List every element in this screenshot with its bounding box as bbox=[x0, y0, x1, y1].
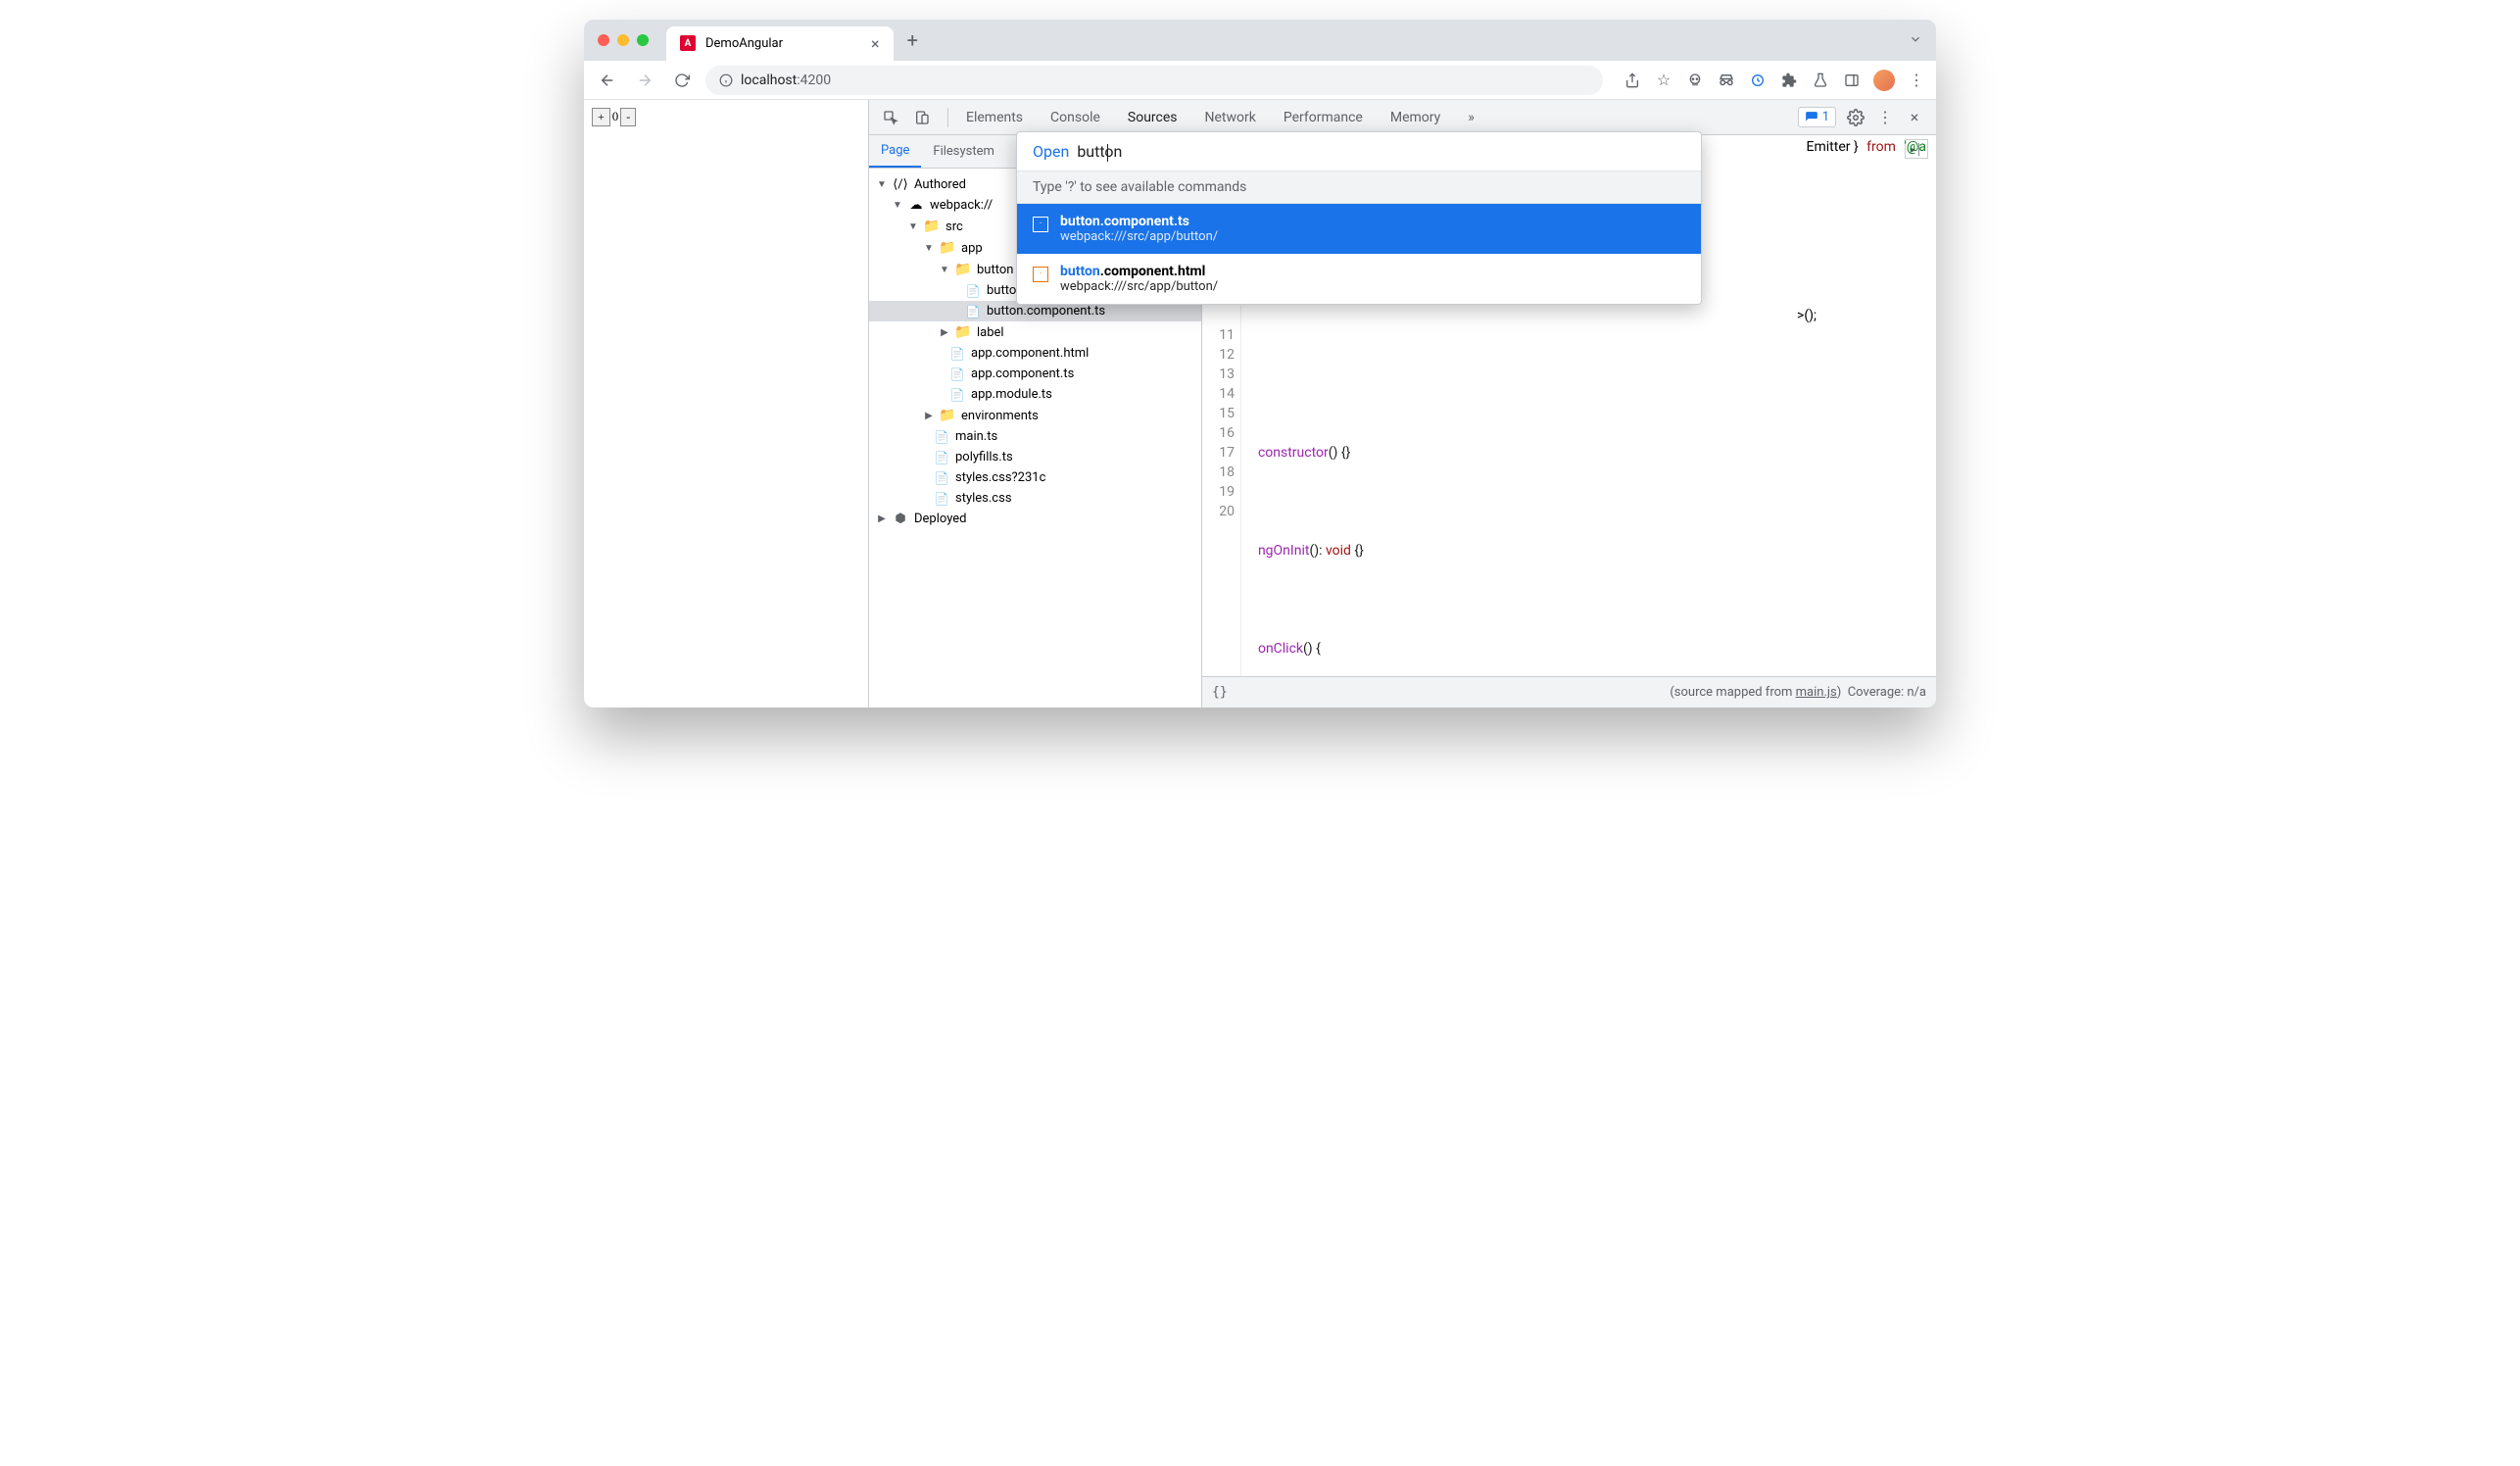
ts-file-icon: · bbox=[1033, 217, 1048, 232]
quick-open-dialog: Open button Type '?' to see available co… bbox=[1016, 131, 1702, 305]
pretty-print-button[interactable]: {} bbox=[1212, 685, 1228, 700]
file-icon: 📄 bbox=[949, 367, 965, 381]
tree-main-ts[interactable]: 📄main.ts bbox=[869, 426, 1201, 447]
decrement-button[interactable]: - bbox=[620, 108, 636, 126]
file-icon: 📄 bbox=[934, 492, 949, 506]
info-icon bbox=[719, 73, 733, 87]
close-devtools-button[interactable]: × bbox=[1905, 108, 1924, 127]
source-map-link[interactable]: main.js bbox=[1796, 685, 1837, 700]
tab-console[interactable]: Console bbox=[1037, 100, 1114, 134]
tree-app-html[interactable]: 📄app.component.html bbox=[869, 343, 1201, 364]
file-icon: 📄 bbox=[965, 305, 981, 318]
counter-value: 0 bbox=[612, 109, 619, 123]
navigator-tab-page[interactable]: Page bbox=[869, 135, 921, 168]
folder-icon: 📁 bbox=[940, 408, 955, 423]
quick-open-hint: Type '?' to see available commands bbox=[1017, 171, 1701, 204]
issues-icon bbox=[1805, 111, 1818, 124]
issues-count: 1 bbox=[1822, 110, 1829, 124]
toolbar-icons: ☆ ⋮ bbox=[1623, 70, 1926, 91]
bookmark-star-icon[interactable]: ☆ bbox=[1654, 71, 1673, 90]
side-panel-icon[interactable] bbox=[1842, 71, 1862, 90]
maximize-window-button[interactable] bbox=[637, 34, 649, 46]
coverage-status: Coverage: n/a bbox=[1848, 685, 1926, 700]
quick-open-header: Open button bbox=[1017, 132, 1701, 171]
browser-menu-icon[interactable]: ⋮ bbox=[1907, 71, 1926, 90]
browser-tab[interactable]: A DemoAngular × bbox=[666, 26, 894, 61]
tab-network[interactable]: Network bbox=[1191, 100, 1270, 134]
quick-open-input[interactable]: button bbox=[1077, 142, 1122, 161]
tree-deployed[interactable]: ▶⬢Deployed bbox=[869, 509, 1201, 529]
share-icon[interactable] bbox=[1623, 71, 1642, 90]
increment-button[interactable]: + bbox=[592, 108, 610, 126]
angular-icon: A bbox=[680, 35, 696, 51]
code-fragment-generic: >(); bbox=[1797, 308, 1817, 323]
rendered-page: +0- bbox=[584, 100, 868, 708]
tree-styles[interactable]: 📄styles.css bbox=[869, 488, 1201, 509]
close-window-button[interactable] bbox=[598, 34, 609, 46]
navigator-tab-filesystem[interactable]: Filesystem bbox=[921, 135, 1006, 168]
quick-open-result-2[interactable]: · button.component.html webpack:///src/a… bbox=[1017, 254, 1701, 304]
tree-polyfills[interactable]: 📄polyfills.ts bbox=[869, 447, 1201, 467]
html-file-icon: · bbox=[1033, 267, 1048, 282]
tree-label-folder[interactable]: ▶📁label bbox=[869, 321, 1201, 343]
settings-icon[interactable] bbox=[1846, 108, 1866, 127]
labs-icon[interactable] bbox=[1811, 71, 1830, 90]
traffic-lights bbox=[598, 34, 649, 46]
tree-app-module[interactable]: 📄app.module.ts bbox=[869, 384, 1201, 405]
extension-skull-icon[interactable] bbox=[1685, 71, 1705, 90]
tabs-dropdown-button[interactable] bbox=[1909, 31, 1922, 50]
extensions-icon[interactable] bbox=[1779, 71, 1799, 90]
deployed-icon: ⬢ bbox=[893, 512, 908, 526]
browser-window: A DemoAngular × + localhost:4200 ☆ bbox=[584, 20, 1936, 708]
folder-icon: 📁 bbox=[955, 262, 971, 277]
folder-icon: 📁 bbox=[940, 240, 955, 256]
folder-icon: 📁 bbox=[924, 219, 940, 234]
tab-title: DemoAngular bbox=[705, 36, 783, 51]
device-toolbar-icon[interactable] bbox=[912, 108, 932, 127]
tab-memory[interactable]: Memory bbox=[1377, 100, 1454, 134]
file-icon: 📄 bbox=[934, 471, 949, 485]
folder-icon: 📁 bbox=[955, 324, 971, 340]
title-bar: A DemoAngular × + bbox=[584, 20, 1936, 61]
tab-sources[interactable]: Sources bbox=[1114, 100, 1191, 134]
cloud-icon: ☁ bbox=[908, 198, 924, 213]
quick-open-label: Open bbox=[1033, 142, 1069, 161]
profile-avatar[interactable] bbox=[1873, 70, 1895, 91]
issues-badge[interactable]: 1 bbox=[1798, 107, 1836, 127]
code-brackets-icon: ⟨/⟩ bbox=[893, 177, 908, 192]
back-button[interactable] bbox=[594, 67, 621, 94]
tree-styles-q[interactable]: 📄styles.css?231c bbox=[869, 467, 1201, 488]
minimize-window-button[interactable] bbox=[617, 34, 629, 46]
file-icon: 📄 bbox=[965, 284, 981, 298]
close-tab-button[interactable]: × bbox=[871, 34, 880, 53]
forward-button[interactable] bbox=[631, 67, 658, 94]
devtools-panel: Elements Console Sources Network Perform… bbox=[868, 100, 1936, 708]
url-host: localhost:4200 bbox=[741, 73, 831, 88]
tabs-overflow[interactable]: » bbox=[1454, 100, 1488, 134]
devtools-menu-icon[interactable]: ⋮ bbox=[1875, 108, 1895, 127]
extension-incognito-icon[interactable] bbox=[1717, 71, 1736, 90]
new-tab-button[interactable]: + bbox=[907, 28, 918, 52]
tree-app-ts[interactable]: 📄app.component.ts bbox=[869, 364, 1201, 384]
editor-footer: {} (source mapped from main.js) Coverage… bbox=[1202, 676, 1936, 708]
file-icon: 📄 bbox=[934, 430, 949, 444]
extension-lighthouse-icon[interactable] bbox=[1748, 71, 1768, 90]
file-icon: 📄 bbox=[934, 451, 949, 464]
tab-elements[interactable]: Elements bbox=[952, 100, 1037, 134]
tree-environments[interactable]: ▶📁environments bbox=[869, 405, 1201, 426]
file-icon: 📄 bbox=[949, 388, 965, 402]
content-area: +0- Elements Console Sources Network Per… bbox=[584, 100, 1936, 708]
code-fragment-top: Emitter } from '@a bbox=[1807, 139, 1926, 155]
file-icon: 📄 bbox=[949, 347, 965, 361]
address-bar: localhost:4200 ☆ ⋮ bbox=[584, 61, 1936, 100]
reload-button[interactable] bbox=[668, 67, 696, 94]
devtools-tabs: Elements Console Sources Network Perform… bbox=[869, 100, 1936, 135]
tab-performance[interactable]: Performance bbox=[1270, 100, 1377, 134]
quick-open-result-1[interactable]: · button.component.ts webpack:///src/app… bbox=[1017, 204, 1701, 254]
inspect-icon[interactable] bbox=[881, 108, 900, 127]
url-field[interactable]: localhost:4200 bbox=[705, 66, 1603, 95]
